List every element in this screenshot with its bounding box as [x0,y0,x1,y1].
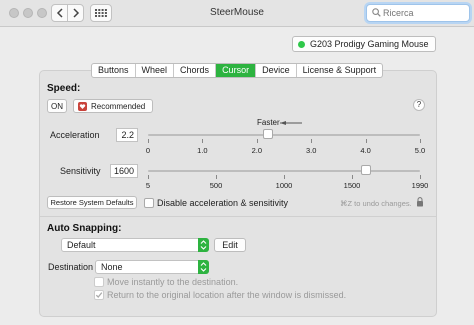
acceleration-field[interactable]: 2.2 [116,128,138,142]
acceleration-tick [420,139,421,143]
sensitivity-slider-thumb[interactable] [360,165,371,175]
move-instantly-label: Move instantly to the destination. [107,277,239,287]
sensitivity-tick [216,175,217,179]
acceleration-tick-label: 3.0 [305,146,317,155]
sensitivity-label: Sensitivity [60,166,101,176]
sensitivity-tick [148,175,149,179]
sensitivity-tick [284,175,285,179]
disable-accel-label: Disable acceleration & sensitivity [157,198,289,208]
acceleration-label: Acceleration [50,130,100,140]
device-selector[interactable]: G203 Prodigy Gaming Mouse [292,36,436,52]
destination-value: None [101,262,123,272]
tab-license-support[interactable]: License & Support [297,64,383,77]
preset-popup[interactable]: Recommended [73,99,153,113]
snapping-section-title: Auto Snapping: [47,223,122,234]
disable-accel-checkbox[interactable] [144,198,154,208]
tab-wheel[interactable]: Wheel [136,64,175,77]
popup-stepper-icon [198,260,209,274]
heart-icon [78,101,87,111]
acceleration-tick [202,139,204,143]
tab-chords[interactable]: Chords [174,64,217,77]
device-name: G203 Prodigy Gaming Mouse [310,39,429,49]
acceleration-tick-label: 0 [145,146,151,155]
acceleration-tick [256,139,258,143]
lock-icon[interactable] [416,197,424,207]
move-instantly-checkbox[interactable] [94,277,104,287]
search-icon [372,8,381,17]
undo-hint: ⌘Z to undo changes. [340,199,412,208]
destination-popup[interactable]: None [95,260,209,274]
help-button[interactable]: ? [413,99,425,111]
section-divider [40,216,436,217]
edit-button[interactable]: Edit [214,238,246,252]
sensitivity-slider-track[interactable] [148,170,420,172]
search-field[interactable] [366,4,470,22]
sensitivity-tick-label: 500 [209,181,223,190]
sensitivity-tick-label: 1000 [275,181,293,190]
restore-defaults-button[interactable]: Restore System Defaults [47,196,137,209]
popup-stepper-icon [198,238,209,252]
acceleration-tick-label: 2.0 [251,146,263,155]
tab-buttons[interactable]: Buttons [92,64,136,77]
sensitivity-tick-label: 5 [145,181,151,190]
snapping-preset-popup[interactable]: Default [61,238,209,252]
acceleration-tick [311,139,313,143]
faster-label: Faster [257,118,280,127]
acceleration-tick-label: 4.0 [360,146,371,155]
tab-bar: Buttons Wheel Chords Cursor Device Licen… [91,63,384,78]
return-original-label: Return to the original location after th… [107,290,347,300]
acceleration-tick [148,139,149,143]
acceleration-tick-label: 5.0 [414,146,426,155]
sensitivity-tick [420,175,421,179]
destination-label: Destination [48,262,94,272]
device-status-dot [298,40,305,48]
sensitivity-tick-label: 1990 [411,181,429,190]
search-input[interactable] [383,6,465,20]
acceleration-tick [365,139,367,143]
tab-cursor[interactable]: Cursor [216,64,257,77]
acceleration-tick-label: 1.0 [197,146,208,155]
acceleration-slider-thumb[interactable] [262,129,273,139]
return-original-checkbox[interactable] [94,290,104,300]
tab-device[interactable]: Device [256,64,297,77]
snapping-preset-value: Default [67,240,96,250]
preset-label: Recommended [91,101,146,111]
sensitivity-field[interactable]: 1600 [110,164,138,178]
sensitivity-tick [352,175,353,179]
speed-section-title: Speed: [47,83,81,94]
arrow-left-icon [280,121,302,125]
checkmark-icon [95,292,103,298]
sensitivity-tick-label: 1500 [343,181,361,190]
acceleration-slider-track[interactable] [148,134,420,136]
speed-on-button[interactable]: ON [47,99,67,113]
